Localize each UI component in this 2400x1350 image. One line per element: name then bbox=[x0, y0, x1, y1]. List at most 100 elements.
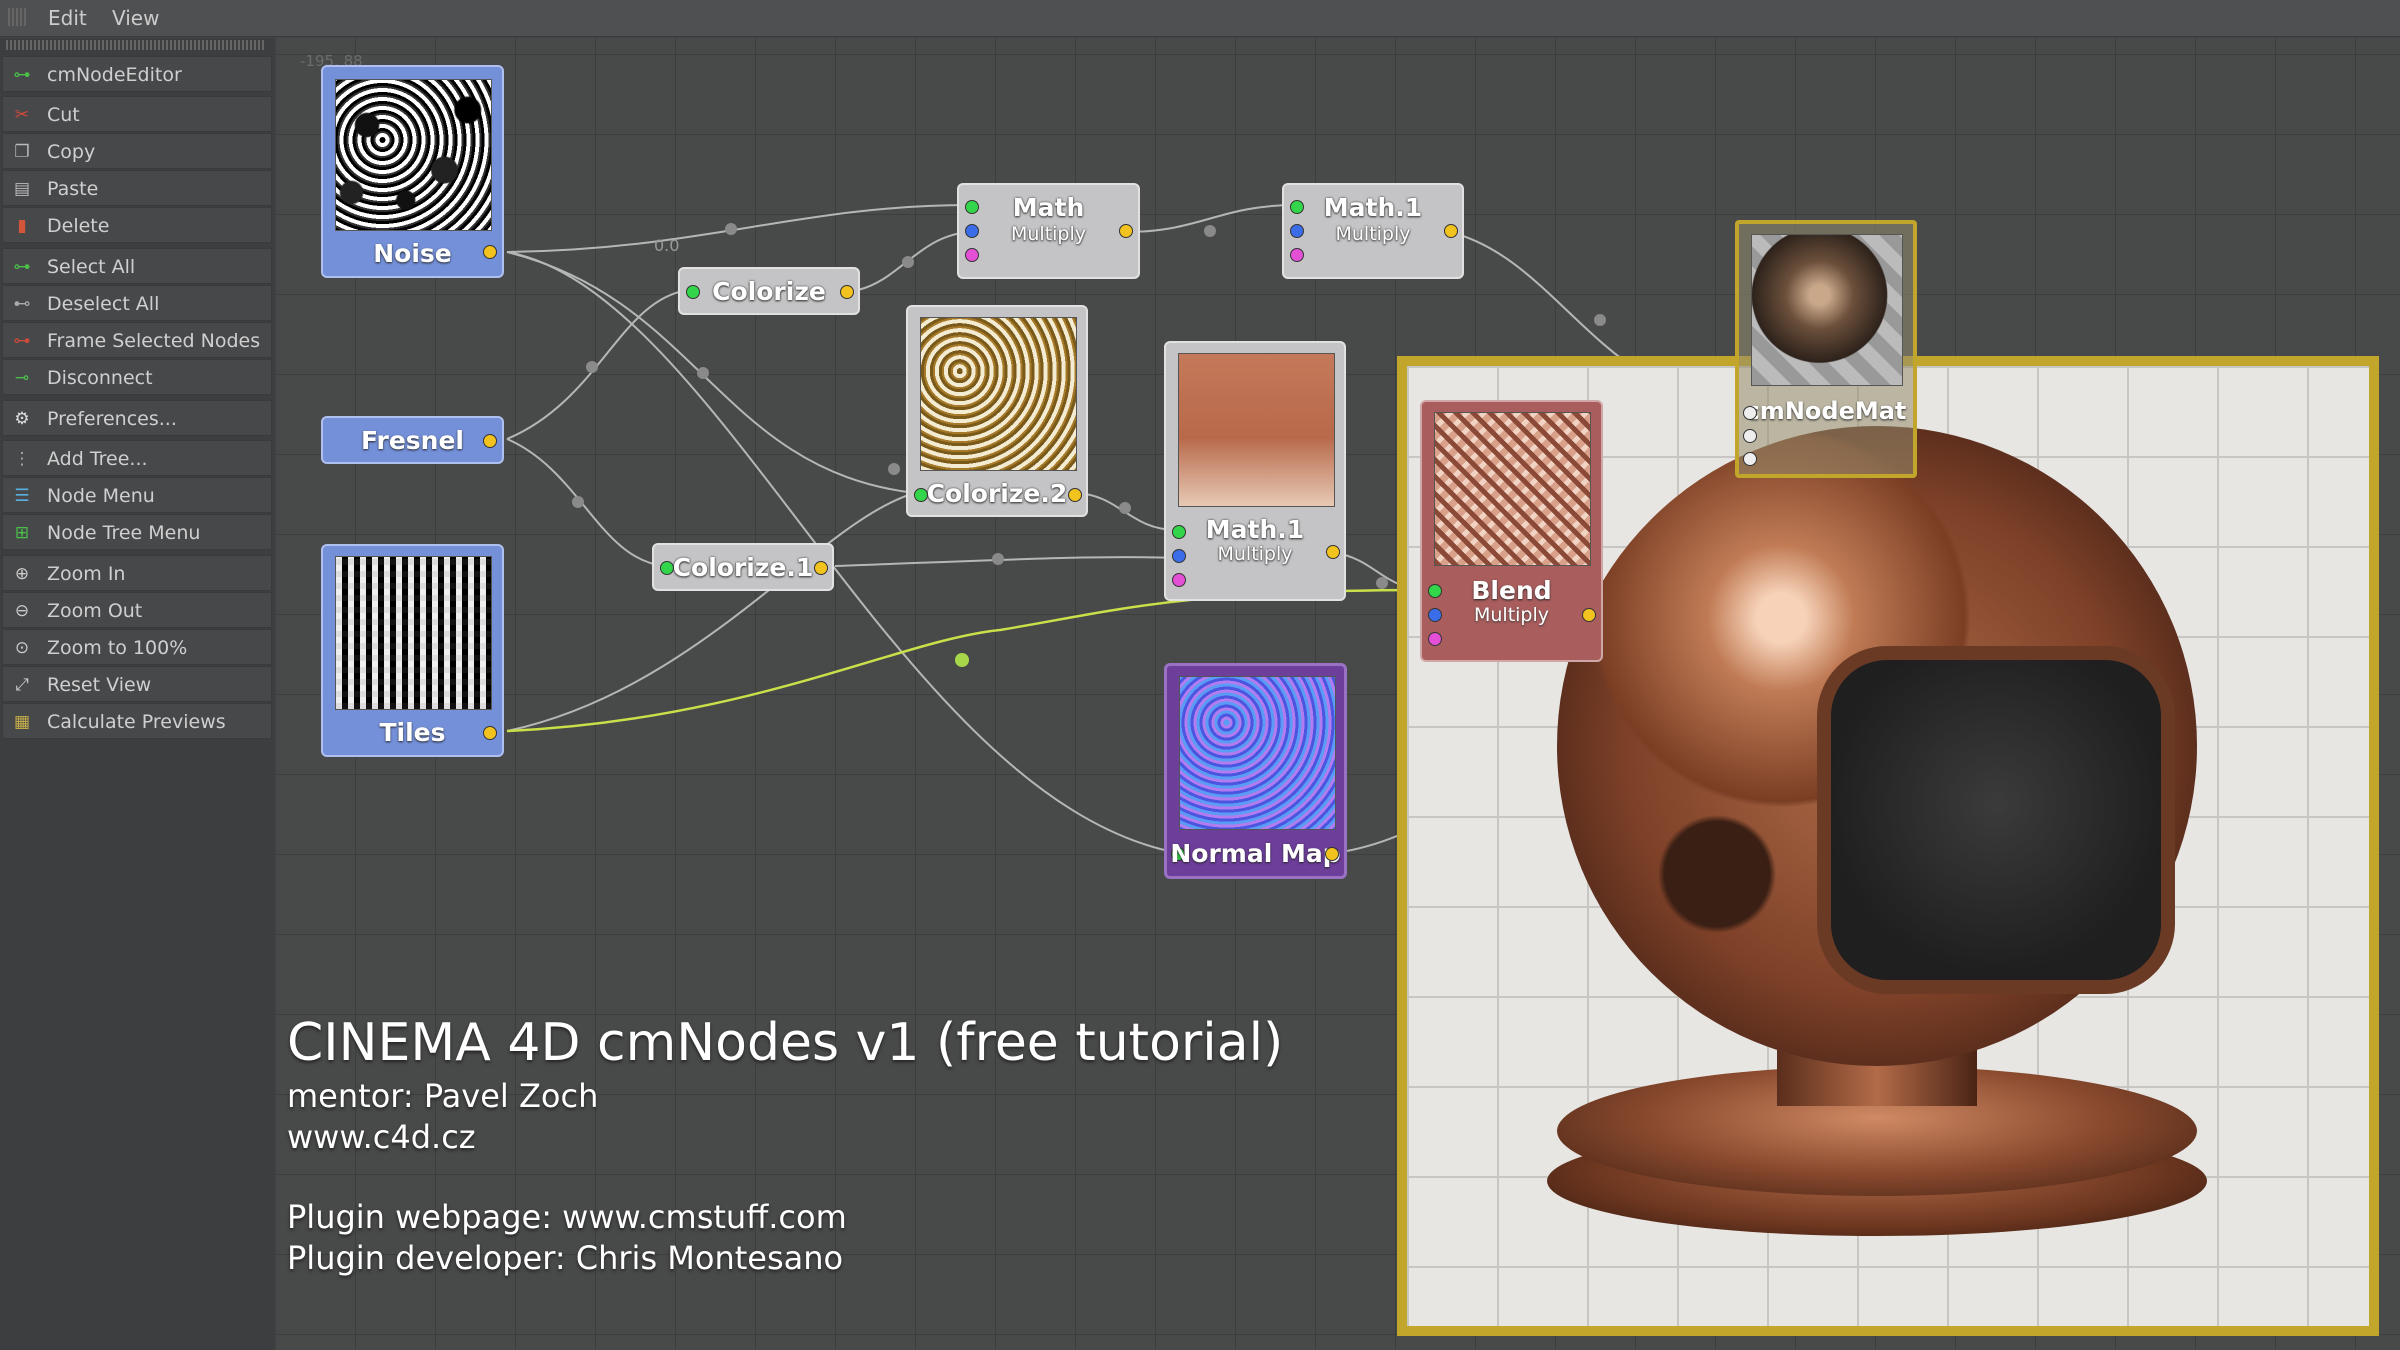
sidebar-item-label: Frame Selected Nodes bbox=[47, 330, 261, 352]
input-port-b[interactable] bbox=[965, 224, 979, 238]
output-port[interactable] bbox=[483, 245, 497, 259]
node-colorize[interactable]: Colorize bbox=[678, 267, 860, 315]
sidebar-item-label: Select All bbox=[47, 256, 136, 278]
input-port-b[interactable] bbox=[1743, 429, 1757, 443]
sidebar-item-label: Zoom In bbox=[47, 563, 126, 585]
output-port[interactable] bbox=[483, 434, 497, 448]
input-port-c[interactable] bbox=[1743, 452, 1757, 466]
sidebar-group-view: ⊕ Zoom In ⊖ Zoom Out ⊙ Zoom to 100% ⤢ Re… bbox=[2, 555, 272, 740]
sidebar-item-label: Deselect All bbox=[47, 293, 160, 315]
render-sphere-opening bbox=[1817, 646, 2175, 994]
node-title: Math.1 bbox=[1205, 515, 1305, 544]
node-blend[interactable]: Blend Multiply bbox=[1420, 400, 1603, 662]
normal-map-preview bbox=[1179, 676, 1336, 830]
trash-icon: ▮ bbox=[17, 216, 27, 236]
gear-icon: ⚙ bbox=[14, 409, 30, 429]
node-cmnodemat[interactable]: cmNodeMat bbox=[1735, 220, 1917, 478]
output-port[interactable] bbox=[840, 285, 854, 299]
wire-value-label: 0.0 bbox=[654, 236, 680, 255]
caption-plugin-webpage: Plugin webpage: www.cmstuff.com bbox=[287, 1198, 847, 1236]
node-title: Math bbox=[1012, 193, 1085, 222]
sidebar-item-zoom-100[interactable]: ⊙ Zoom to 100% bbox=[2, 629, 272, 665]
sidebar-item-label: Paste bbox=[47, 178, 99, 200]
disconnect-icon: ⊸ bbox=[14, 368, 30, 388]
input-port-a[interactable] bbox=[1428, 584, 1442, 598]
sidebar-item-label: Disconnect bbox=[47, 367, 153, 389]
menu-edit[interactable]: Edit bbox=[48, 6, 87, 30]
output-port[interactable] bbox=[1582, 608, 1596, 622]
input-port-c[interactable] bbox=[965, 248, 979, 262]
node-title: Fresnel bbox=[361, 426, 464, 455]
sidebar-item-label: Node Menu bbox=[47, 485, 155, 507]
node-math[interactable]: Math Multiply bbox=[957, 183, 1140, 279]
sidebar-item-disconnect[interactable]: ⊸ Disconnect bbox=[2, 359, 272, 395]
node-editor-icon: ⊶ bbox=[13, 65, 31, 85]
sidebar-item-label: Calculate Previews bbox=[47, 711, 226, 733]
sidebar-group-preferences: ⚙ Preferences... bbox=[2, 400, 272, 437]
sidebar-item-node-menu[interactable]: ☰ Node Menu bbox=[2, 477, 272, 513]
input-port-a[interactable] bbox=[1172, 525, 1186, 539]
caption-site: www.c4d.cz bbox=[287, 1118, 476, 1156]
cmnodemat-preview bbox=[1751, 234, 1903, 386]
output-port[interactable] bbox=[1119, 224, 1133, 238]
zoom-100-icon: ⊙ bbox=[14, 638, 30, 658]
sidebar-item-preferences[interactable]: ⚙ Preferences... bbox=[2, 400, 272, 436]
sidebar-item-zoom-out[interactable]: ⊖ Zoom Out bbox=[2, 592, 272, 628]
input-port-c[interactable] bbox=[1172, 573, 1186, 587]
sidebar-item-calculate-previews[interactable]: ▦ Calculate Previews bbox=[2, 703, 272, 739]
node-fresnel[interactable]: Fresnel bbox=[321, 416, 504, 464]
node-title: Colorize.1 bbox=[672, 553, 814, 582]
sidebar-item-paste[interactable]: ▤ Paste bbox=[2, 170, 272, 206]
sidebar-item-node-tree-menu[interactable]: ⊞ Node Tree Menu bbox=[2, 514, 272, 550]
input-port-c[interactable] bbox=[1428, 632, 1442, 646]
sidebar-item-label: Zoom Out bbox=[47, 600, 143, 622]
node-colorize-2[interactable]: Colorize.2 bbox=[906, 305, 1088, 517]
node-title: Blend bbox=[1471, 576, 1552, 605]
sidebar-item-add-tree[interactable]: ⋮ Add Tree... bbox=[2, 440, 272, 476]
input-port-c[interactable] bbox=[1290, 248, 1304, 262]
input-port-a[interactable] bbox=[1290, 200, 1304, 214]
node-mode: Multiply bbox=[1217, 543, 1293, 565]
node-colorize-1[interactable]: Colorize.1 bbox=[652, 543, 834, 591]
input-port-a[interactable] bbox=[1743, 406, 1757, 420]
node-math-1[interactable]: Math.1 Multiply bbox=[1164, 341, 1346, 601]
sidebar-item-label: Preferences... bbox=[47, 408, 177, 430]
output-port[interactable] bbox=[814, 561, 828, 575]
menu-view[interactable]: View bbox=[112, 6, 159, 30]
node-math-1-top[interactable]: Math.1 Multiply bbox=[1282, 183, 1464, 279]
sidebar-item-select-all[interactable]: ⊶ Select All bbox=[2, 248, 272, 284]
output-port[interactable] bbox=[1444, 224, 1458, 238]
output-port[interactable] bbox=[1068, 488, 1082, 502]
noise-preview bbox=[335, 79, 492, 231]
sidebar-item-reset-view[interactable]: ⤢ Reset View bbox=[2, 666, 272, 702]
output-port[interactable] bbox=[483, 726, 497, 740]
node-noise[interactable]: Noise bbox=[321, 65, 504, 278]
sidebar-group-editor: ⊶ cmNodeEditor bbox=[2, 56, 272, 93]
input-port-b[interactable] bbox=[1172, 549, 1186, 563]
menu-bar: Edit View bbox=[0, 0, 2400, 37]
zoom-in-icon: ⊕ bbox=[14, 564, 30, 584]
node-mode: Multiply bbox=[1473, 604, 1550, 626]
grip-icon[interactable] bbox=[8, 8, 28, 26]
sidebar-item-cmnodeeditor[interactable]: ⊶ cmNodeEditor bbox=[2, 56, 272, 92]
blend-preview bbox=[1434, 412, 1591, 566]
sidebar-item-label: Delete bbox=[47, 215, 110, 237]
sidebar-item-zoom-in[interactable]: ⊕ Zoom In bbox=[2, 555, 272, 591]
sidebar-item-deselect-all[interactable]: ⊷ Deselect All bbox=[2, 285, 272, 321]
sidebar-grip-icon[interactable] bbox=[6, 40, 266, 50]
node-normal-map[interactable]: Normal Map bbox=[1164, 663, 1347, 879]
input-port-b[interactable] bbox=[1428, 608, 1442, 622]
node-title: cmNodeMat bbox=[1745, 397, 1907, 425]
input-port-b[interactable] bbox=[1290, 224, 1304, 238]
output-port[interactable] bbox=[1325, 847, 1339, 861]
sidebar-item-copy[interactable]: ❐ Copy bbox=[2, 133, 272, 169]
node-tiles[interactable]: Tiles bbox=[321, 544, 504, 757]
sidebar-item-frame-selected[interactable]: ⊶ Frame Selected Nodes bbox=[2, 322, 272, 358]
sidebar-item-delete[interactable]: ▮ Delete bbox=[2, 207, 272, 243]
input-port-a[interactable] bbox=[965, 200, 979, 214]
node-title: Normal Map bbox=[1170, 839, 1341, 868]
node-title: Noise bbox=[373, 239, 452, 268]
sidebar-item-cut[interactable]: ✂ Cut bbox=[2, 96, 272, 132]
output-port[interactable] bbox=[1326, 545, 1340, 559]
caption-mentor: mentor: Pavel Zoch bbox=[287, 1077, 599, 1115]
